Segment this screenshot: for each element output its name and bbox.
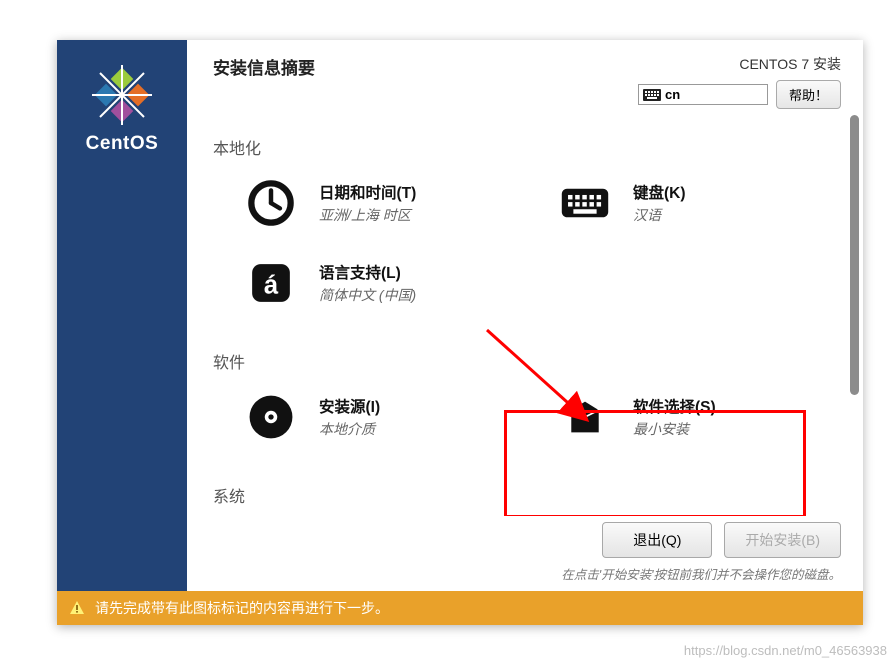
item-datetime[interactable]: 日期和时间(T) 亚洲/上海 时区 (213, 169, 527, 249)
package-icon (557, 389, 613, 445)
item-sub: 最小安装 (633, 419, 716, 439)
clock-icon (243, 175, 299, 231)
installer-window: CentOS 安装信息摘要 CENTOS 7 安装 cn 帮助！ (57, 40, 863, 625)
warning-triangle-icon (69, 600, 85, 616)
page-title: 安装信息摘要 (213, 54, 315, 79)
item-language[interactable]: á 语言支持(L) 简体中文 (中国) (213, 249, 527, 329)
disc-icon (243, 389, 299, 445)
distro-label: CENTOS 7 安装 (638, 54, 841, 74)
item-title: 键盘(K) (633, 181, 686, 203)
help-button[interactable]: 帮助！ (776, 80, 841, 109)
summary-body: 本地化 日期和时间(T) 亚洲/上海 时区 (187, 115, 863, 516)
brand-text: CentOS (86, 133, 159, 155)
language-icon: á (243, 255, 299, 311)
item-title: 语言支持(L) (319, 261, 416, 283)
section-software-label: 软件 (213, 349, 841, 373)
begin-install-button[interactable]: 开始安装(B) (724, 522, 841, 558)
item-keyboard[interactable]: 键盘(K) 汉语 (527, 169, 841, 249)
item-title: 安装源(I) (319, 395, 380, 417)
vertical-scrollbar[interactable] (850, 115, 859, 516)
warning-bar: 请先完成带有此图标标记的内容再进行下一步。 (57, 591, 863, 625)
header: 安装信息摘要 CENTOS 7 安装 cn 帮助！ (187, 40, 863, 115)
item-install-source[interactable]: 安装源(I) 本地介质 (213, 383, 527, 463)
keyboard-mini-icon (643, 89, 661, 101)
keyboard-icon (557, 175, 613, 231)
item-sub: 亚洲/上海 时区 (319, 205, 416, 225)
layout-code: cn (665, 87, 680, 102)
footer-note: 在点击'开始安装'按钮前我们并不会操作您的磁盘。 (187, 564, 841, 583)
section-localization-label: 本地化 (213, 135, 841, 159)
main-area: CentOS 安装信息摘要 CENTOS 7 安装 cn 帮助！ (57, 40, 863, 591)
footer: 退出(Q) 开始安装(B) 在点击'开始安装'按钮前我们并不会操作您的磁盘。 (187, 516, 863, 591)
centos-logo-icon (92, 65, 152, 125)
item-software-selection[interactable]: 软件选择(S) 最小安装 (527, 383, 841, 463)
item-title: 软件选择(S) (633, 395, 716, 417)
sidebar: CentOS (57, 40, 187, 591)
quit-button[interactable]: 退出(Q) (602, 522, 712, 558)
section-system-label: 系统 (213, 483, 841, 507)
item-title: 日期和时间(T) (319, 181, 416, 203)
centos-logo: CentOS (86, 65, 159, 155)
keyboard-layout-indicator[interactable]: cn (638, 84, 768, 105)
item-sub: 简体中文 (中国) (319, 285, 416, 305)
content-pane: 安装信息摘要 CENTOS 7 安装 cn 帮助！ 本地化 (187, 40, 863, 591)
watermark: https://blog.csdn.net/m0_46563938 (684, 643, 887, 658)
svg-text:á: á (264, 271, 279, 299)
warning-text: 请先完成带有此图标标记的内容再进行下一步。 (95, 598, 389, 618)
header-right: CENTOS 7 安装 cn 帮助！ (638, 54, 841, 109)
item-sub: 汉语 (633, 205, 686, 225)
item-sub: 本地介质 (319, 419, 380, 439)
scrollbar-thumb[interactable] (850, 115, 859, 395)
